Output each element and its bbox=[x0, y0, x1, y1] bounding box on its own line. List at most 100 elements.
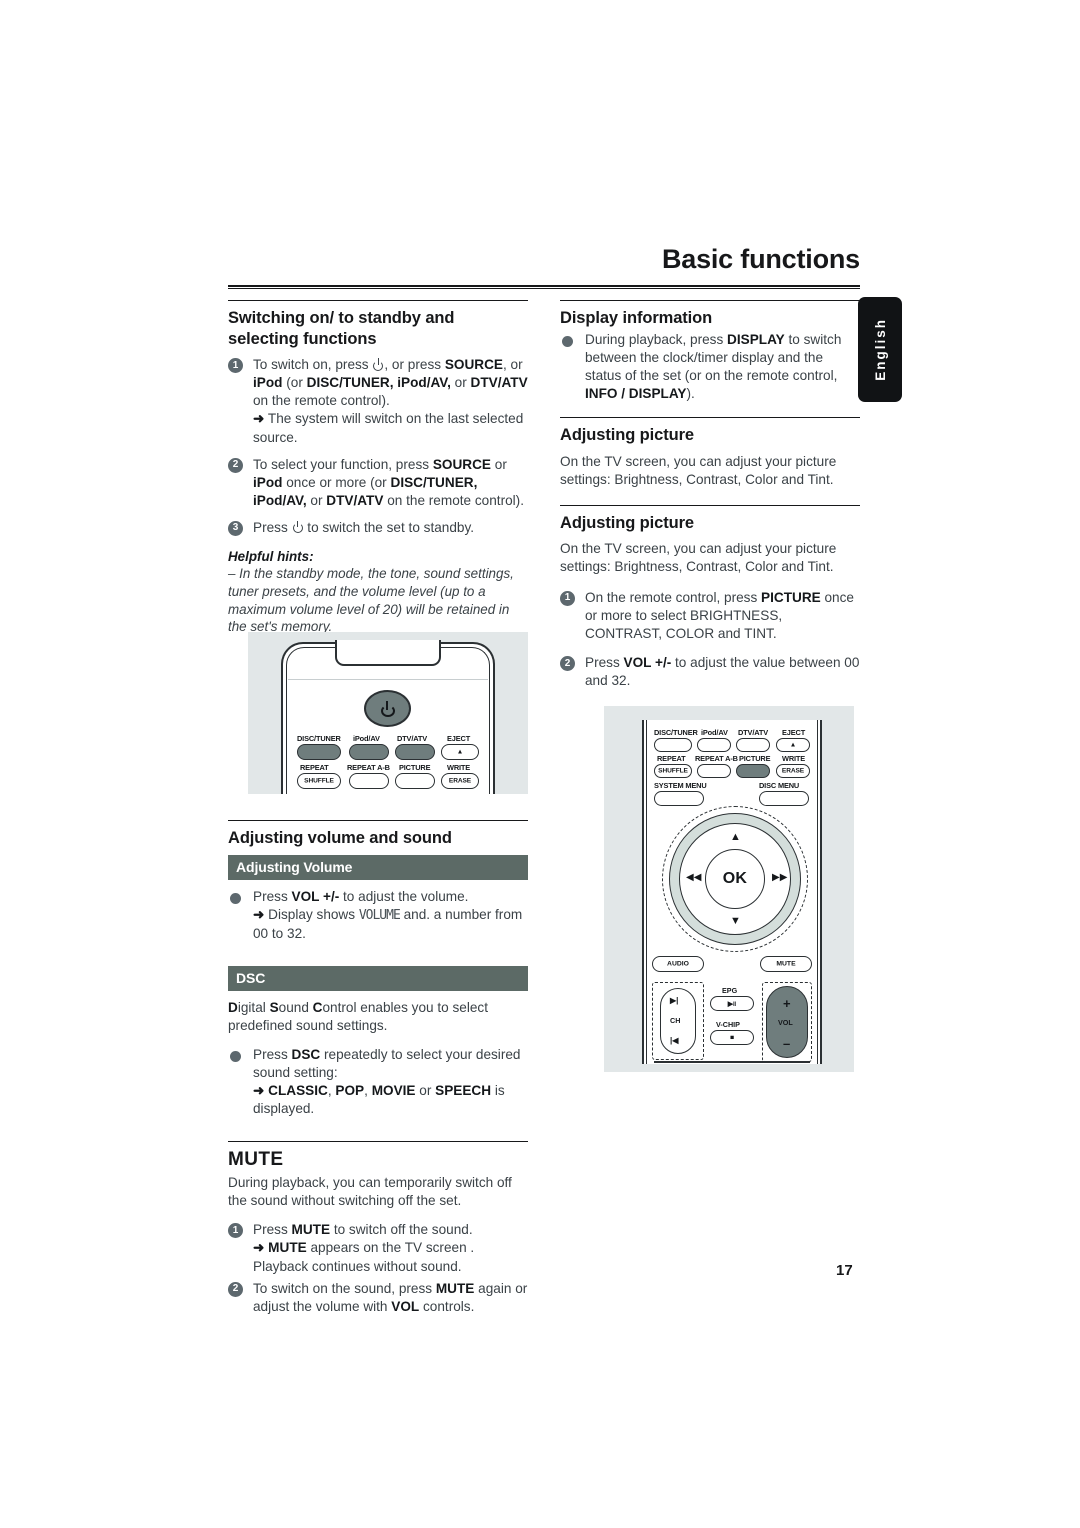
button-shuffle[interactable]: SHUFFLE bbox=[654, 764, 692, 778]
step2-c: once or more (or bbox=[282, 474, 391, 490]
button-dtv-atv[interactable] bbox=[736, 738, 770, 752]
step-marker-2: 2 bbox=[560, 656, 575, 672]
step1-d: (or bbox=[282, 375, 307, 391]
heading-adjusting-picture-1: Adjusting picture bbox=[560, 426, 694, 445]
label-ipod-av: iPod/AV bbox=[701, 728, 728, 737]
step1-dtv: DTV/ATV bbox=[470, 375, 528, 391]
volume-plus-icon[interactable]: + bbox=[783, 996, 791, 1011]
remote-body: DISC/TUNER iPod/AV DTV/ATV EJECT ▲ REPEA… bbox=[642, 720, 822, 1064]
dsc-speech: SPEECH bbox=[435, 1083, 492, 1099]
mute1-arrow-bold: MUTE bbox=[268, 1240, 307, 1256]
section-divider bbox=[560, 300, 860, 301]
label-disc-menu: DISC MENU bbox=[426, 792, 466, 794]
dsc-movie: MOVIE bbox=[371, 1083, 416, 1099]
button-ipod-av[interactable] bbox=[349, 744, 389, 760]
nav-down-icon[interactable]: ▼ bbox=[730, 916, 741, 927]
shuffle-label: SHUFFLE bbox=[658, 767, 688, 775]
mute-step-1: Press MUTE to switch off the sound. ➜ MU… bbox=[253, 1221, 528, 1275]
list-item: 1 To switch on, press , or press SOURCE,… bbox=[228, 356, 528, 446]
label-write: WRITE bbox=[447, 763, 471, 772]
button-erase[interactable]: ERASE bbox=[776, 764, 810, 778]
nav-left-rewind-icon[interactable]: ◀◀ bbox=[686, 873, 701, 883]
button-repeat-ab[interactable] bbox=[697, 764, 731, 778]
button-mute[interactable]: MUTE bbox=[760, 956, 812, 972]
dsc-description: Digital Sound Control enables you to sel… bbox=[228, 999, 528, 1035]
dsc-d: D bbox=[228, 999, 238, 1015]
erase-label: ERASE bbox=[448, 777, 472, 785]
step1-ipod: iPod bbox=[253, 375, 283, 391]
mute-intro: During playback, you can temporarily swi… bbox=[228, 1175, 512, 1209]
step1-disc: DISC/TUNER, iPod/AV, bbox=[306, 375, 451, 391]
button-picture[interactable] bbox=[736, 764, 770, 778]
button-disc-tuner[interactable] bbox=[297, 744, 341, 760]
section-divider bbox=[560, 504, 860, 506]
channel-label: CH bbox=[670, 1016, 681, 1025]
figure-remote-full: DISC/TUNER iPod/AV DTV/ATV EJECT ▲ REPEA… bbox=[604, 706, 854, 1072]
disp-info: INFO / DISPLAY bbox=[585, 386, 687, 402]
step-marker-3: 3 bbox=[228, 520, 243, 536]
step2-source: SOURCE bbox=[432, 456, 491, 472]
audio-label: AUDIO bbox=[667, 960, 689, 968]
heading-adjusting-volume-sound: Adjusting volume and sound bbox=[228, 829, 452, 848]
vol-a: Press bbox=[253, 889, 292, 905]
step-1-text: To switch on, press , or press SOURCE, o… bbox=[253, 356, 528, 446]
step3-a: Press bbox=[253, 519, 292, 535]
subheading-adjusting-volume: Adjusting Volume bbox=[228, 855, 528, 881]
mute1-a: Press bbox=[253, 1222, 292, 1238]
dsc-igital: igital bbox=[237, 999, 270, 1015]
next-track-icon[interactable]: ▶| bbox=[670, 996, 678, 1005]
button-stop[interactable]: ■ bbox=[710, 1030, 754, 1045]
remote-standby-button[interactable] bbox=[364, 690, 411, 727]
nav-right-forward-icon[interactable]: ▶▶ bbox=[772, 873, 787, 883]
dsc-or: or bbox=[415, 1083, 436, 1099]
heading-display-information: Display information bbox=[560, 309, 713, 327]
pic1-bold: PICTURE bbox=[761, 589, 821, 605]
picture-step-2: Press VOL +/- to adjust the value betwee… bbox=[585, 654, 860, 690]
step2-e: on the remote control). bbox=[383, 492, 524, 508]
label-system-menu: SYSTEM MENU bbox=[297, 792, 350, 794]
left-column: Switching on/ to standby and selecting f… bbox=[228, 300, 528, 1325]
dsc-press-a: Press bbox=[253, 1046, 292, 1062]
lcd-volume-readout: VOLUME bbox=[358, 908, 401, 924]
step1-source: SOURCE bbox=[444, 357, 503, 373]
label-write: WRITE bbox=[782, 754, 806, 763]
play-pause-icon: ▶‖ bbox=[727, 1000, 737, 1008]
button-eject[interactable]: ▲ bbox=[776, 738, 810, 752]
button-picture[interactable] bbox=[395, 773, 435, 789]
volume-label: VOL bbox=[778, 1018, 793, 1027]
step-marker-2: 2 bbox=[228, 457, 243, 473]
step3-b: to switch the set to standby. bbox=[303, 519, 475, 535]
button-ok[interactable]: OK bbox=[705, 849, 765, 909]
button-disc-menu[interactable] bbox=[759, 791, 809, 806]
mute-label: MUTE bbox=[776, 960, 796, 968]
helpful-hints: Helpful hints: – In the standby mode, th… bbox=[228, 549, 528, 636]
prev-track-icon[interactable]: |◀ bbox=[670, 1036, 678, 1045]
button-eject[interactable]: ▲ bbox=[441, 744, 479, 760]
stop-icon: ■ bbox=[729, 1034, 735, 1041]
button-shuffle[interactable]: SHUFFLE bbox=[297, 773, 341, 789]
label-system-menu: SYSTEM MENU bbox=[654, 781, 707, 790]
dsc-press-text: Press DSC repeatedly to select your desi… bbox=[253, 1046, 528, 1118]
power-icon bbox=[380, 700, 396, 717]
button-play-pause[interactable]: ▶‖ bbox=[710, 996, 754, 1011]
list-item: 2 To switch on the sound, press MUTE aga… bbox=[228, 1280, 528, 1316]
right-column: Display information During playback, pre… bbox=[560, 300, 860, 699]
dsc-ound: ound bbox=[278, 999, 313, 1015]
button-system-menu[interactable] bbox=[654, 791, 704, 806]
button-audio[interactable]: AUDIO bbox=[652, 956, 704, 972]
step1-f: on the remote control). bbox=[253, 393, 390, 409]
volume-minus-icon[interactable]: – bbox=[783, 1036, 790, 1051]
manual-page: Basic functions English Switching on/ to… bbox=[0, 0, 1080, 1528]
button-dtv-atv[interactable] bbox=[395, 744, 435, 760]
mute1-bold: MUTE bbox=[291, 1222, 331, 1238]
list-item: 1 On the remote control, press PICTURE o… bbox=[560, 589, 860, 643]
step2-a: To select your function, press bbox=[253, 456, 433, 472]
button-repeat-ab[interactable] bbox=[349, 773, 389, 789]
button-erase[interactable]: ERASE bbox=[441, 773, 479, 789]
button-disc-tuner[interactable] bbox=[654, 738, 692, 752]
nav-up-icon[interactable]: ▲ bbox=[730, 832, 741, 843]
step1-e: or bbox=[450, 375, 471, 391]
disp-c: ). bbox=[686, 386, 695, 402]
volume-text: Press VOL +/- to adjust the volume. ➜ Di… bbox=[253, 888, 528, 942]
button-ipod-av[interactable] bbox=[697, 738, 731, 752]
